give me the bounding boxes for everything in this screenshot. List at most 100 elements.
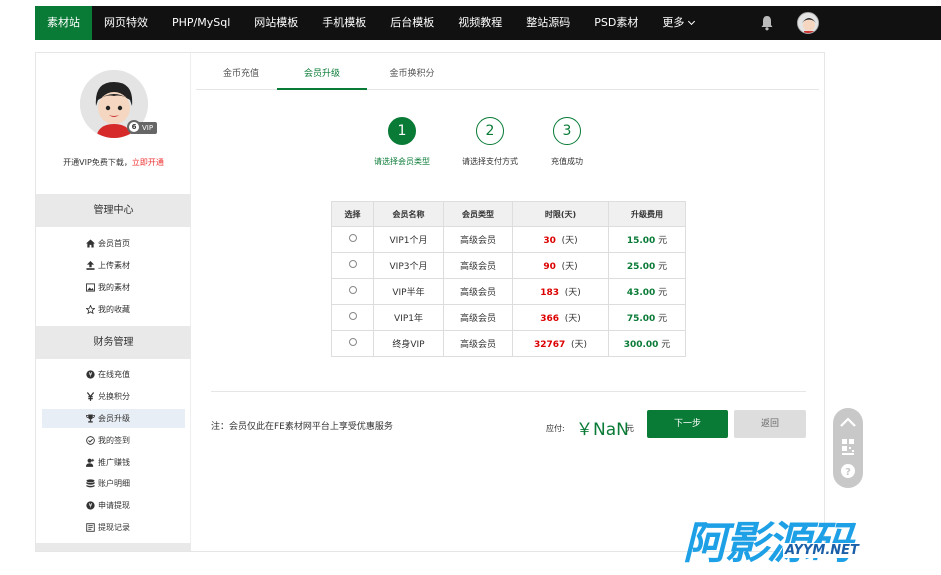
sidebar-item-upgrade[interactable]: 会员升级	[42, 409, 185, 428]
nav-item-videos[interactable]: 视频教程	[446, 6, 514, 40]
nav-item-php[interactable]: PHP/MySql	[160, 6, 242, 40]
back-to-top-icon[interactable]	[833, 414, 863, 430]
help-icon[interactable]: ?	[833, 462, 863, 480]
sidebar-item-recharge[interactable]: ¥ 在线充值	[42, 365, 185, 384]
next-step-button[interactable]: 下一步	[647, 410, 728, 438]
plan-radio[interactable]	[348, 286, 357, 294]
nav-item-psd[interactable]: PSD素材	[582, 6, 650, 40]
nav-item-site-templates[interactable]: 网站模板	[242, 6, 310, 40]
col-header-type: 会员类型	[443, 201, 513, 227]
sidebar-item-favorites[interactable]: 我的收藏	[42, 300, 185, 319]
yen-icon	[86, 392, 95, 401]
open-vip-link[interactable]: 立即开通	[132, 158, 164, 167]
table-row[interactable]: VIP1个月 高级会员 30 (天) 15.00 元	[331, 226, 686, 253]
floating-toolbar: ?	[833, 408, 863, 488]
plan-fee: 25.00	[626, 262, 656, 272]
table-row[interactable]: VIP3个月 高级会员 90 (天) 25.00 元	[331, 252, 686, 279]
plan-fee-unit: 元	[661, 340, 671, 350]
manage-center-heading: 管理中心	[36, 194, 191, 227]
sidebar-item-label: 会员升级	[98, 414, 130, 423]
sidebar-item-label: 我的素材	[98, 283, 130, 292]
sidebar-item-withdraw-records[interactable]: 提现记录	[42, 518, 185, 537]
plan-fee-cell: 15.00 元	[608, 226, 686, 253]
amount-due-unit: 元	[626, 424, 634, 433]
plan-table: 选择 会员名称 会员类型 时限(天) 升级费用 VIP1个月 高级会员 30 (…	[331, 201, 686, 357]
sidebar-item-upload[interactable]: 上传素材	[42, 256, 185, 275]
plan-days-cell: 90 (天)	[512, 252, 609, 279]
tab-member-upgrade[interactable]: 会员升级	[277, 53, 367, 90]
table-header-row: 选择 会员名称 会员类型 时限(天) 升级费用	[331, 201, 686, 227]
plan-fee-cell: 25.00 元	[608, 252, 686, 279]
plan-days-unit: (天)	[571, 340, 588, 350]
sidebar-item-label: 账户明细	[98, 479, 130, 488]
plan-days: 366	[540, 314, 560, 324]
sidebar: VIP 6 开通VIP免费下载，立即开通 管理中心 会员首页 上传素材 我的素材…	[36, 53, 191, 551]
col-header-days: 时限(天)	[512, 201, 609, 227]
sidebar-item-member-home[interactable]: 会员首页	[42, 234, 185, 253]
sidebar-item-my-assets[interactable]: 我的素材	[42, 278, 185, 297]
sidebar-item-checkin[interactable]: 我的签到	[42, 431, 185, 450]
sidebar-item-label: 我的收藏	[98, 305, 130, 314]
trophy-icon	[86, 414, 95, 423]
plan-radio[interactable]	[348, 312, 357, 320]
star-icon	[86, 305, 95, 314]
watermark: 阿影源码 AYYM.NET	[683, 507, 907, 569]
plan-fee-cell: 300.00 元	[608, 330, 686, 357]
user-avatar[interactable]	[797, 12, 819, 34]
plan-name: VIP半年	[373, 278, 444, 305]
plan-type: 高级会员	[443, 304, 513, 331]
chevron-down-icon	[688, 17, 696, 26]
bell-icon[interactable]	[759, 15, 775, 31]
sidebar-item-promote[interactable]: 推广赚钱	[42, 453, 185, 472]
user-add-icon	[86, 458, 95, 467]
col-header-name: 会员名称	[373, 201, 444, 227]
tab-coin-to-points[interactable]: 金币换积分	[367, 53, 457, 90]
tab-coin-recharge[interactable]: 金币充值	[196, 53, 286, 90]
home-icon	[86, 239, 95, 248]
sidebar-item-label: 申请提现	[98, 501, 130, 510]
svg-text:¥: ¥	[89, 504, 93, 510]
sidebar-footer	[36, 543, 191, 551]
nav-item-effects[interactable]: 网页特效	[92, 6, 160, 40]
nav-item-more[interactable]: 更多	[650, 6, 706, 40]
sidebar-item-withdraw[interactable]: ¥ 申请提现	[42, 496, 185, 515]
upgrade-note: 注：会员仅此在FE素材网平台上享受优惠服务	[211, 422, 393, 432]
more-label: 更多	[662, 16, 685, 29]
nav-item-source-code[interactable]: 整站源码	[514, 6, 582, 40]
table-row[interactable]: VIP半年 高级会员 183 (天) 43.00 元	[331, 278, 686, 305]
nav-item-home[interactable]: 素材站	[35, 6, 92, 40]
record-icon	[86, 523, 95, 532]
table-row[interactable]: 终身VIP 高级会员 32767 (天) 300.00 元	[331, 330, 686, 357]
plan-days: 183	[540, 288, 560, 298]
sidebar-item-exchange-points[interactable]: 兑换积分	[42, 387, 185, 406]
step-2-circle: 2	[476, 117, 504, 145]
plan-type: 高级会员	[443, 252, 513, 279]
nav-item-admin-templates[interactable]: 后台模板	[378, 6, 446, 40]
plan-days-cell: 366 (天)	[512, 304, 609, 331]
step-1-circle: 1	[388, 117, 416, 145]
check-circle-icon	[86, 436, 95, 445]
qrcode-icon[interactable]	[833, 437, 863, 457]
plan-fee: 75.00	[626, 314, 656, 324]
nav-item-mobile-templates[interactable]: 手机模板	[310, 6, 378, 40]
top-nav: 素材站 网页特效 PHP/MySql 网站模板 手机模板 后台模板 视频教程 整…	[35, 6, 941, 40]
plan-days-cell: 183 (天)	[512, 278, 609, 305]
sidebar-item-account-details[interactable]: 账户明细	[42, 474, 185, 493]
plan-type: 高级会员	[443, 226, 513, 253]
plan-fee-unit: 元	[658, 236, 668, 246]
plan-radio[interactable]	[348, 234, 357, 242]
plan-type: 高级会员	[443, 278, 513, 305]
table-row[interactable]: VIP1年 高级会员 366 (天) 75.00 元	[331, 304, 686, 331]
plan-fee: 43.00	[626, 288, 656, 298]
plan-radio[interactable]	[348, 260, 357, 268]
select-cell	[331, 226, 374, 253]
plan-radio[interactable]	[348, 338, 357, 346]
back-button[interactable]: 返回	[734, 410, 806, 438]
vip-level: 6	[127, 120, 141, 134]
plan-days-unit: (天)	[561, 236, 578, 246]
nav-right	[759, 6, 941, 40]
section-divider	[211, 391, 806, 392]
select-cell	[331, 252, 374, 279]
database-icon	[86, 479, 95, 488]
plan-name: VIP1个月	[373, 226, 444, 253]
